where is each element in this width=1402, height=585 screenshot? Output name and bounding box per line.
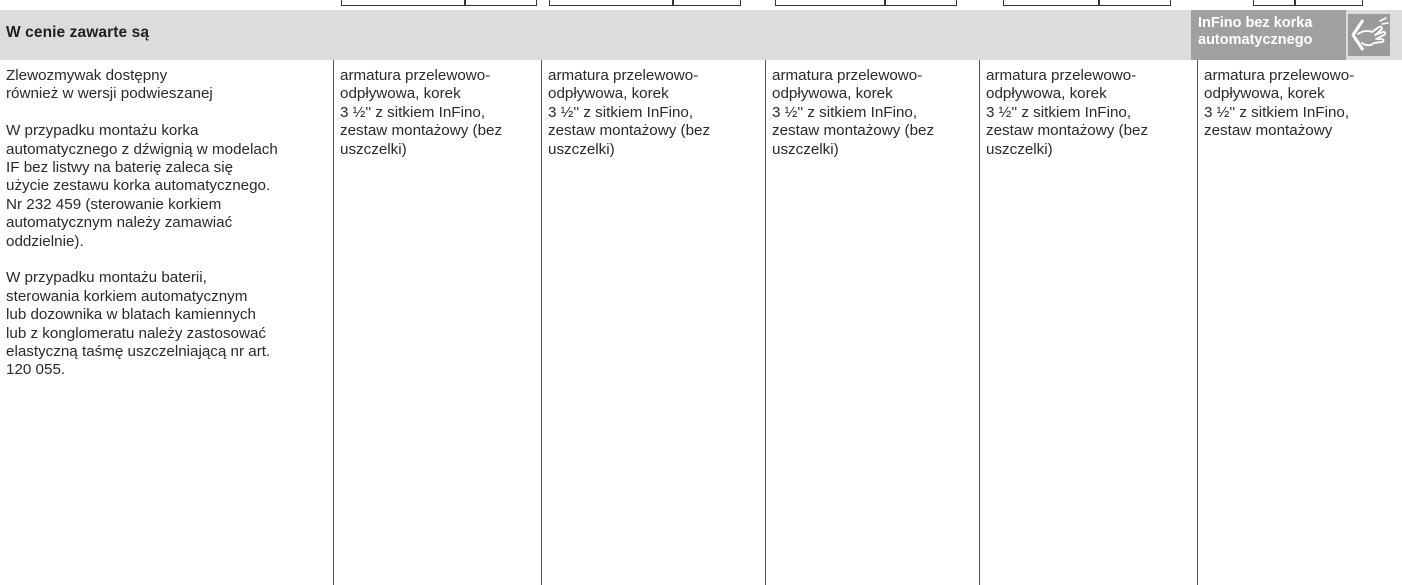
included-items-text: armatura przelewowo- odpływowa, korek 3 … <box>772 67 935 158</box>
section-header: W cenie zawarte są InFino bez korka auto… <box>0 10 1402 60</box>
included-column: armatura przelewowo- odpływowa, korek 3 … <box>765 60 979 585</box>
included-items-text: armatura przelewowo- odpływowa, korek 3 … <box>548 67 711 158</box>
included-column: armatura przelewowo- odpływowa, korek 3 … <box>541 60 765 585</box>
previous-table-edge <box>0 0 1402 8</box>
variant-badge-line2: automatycznego <box>1198 32 1313 48</box>
included-items-text: armatura przelewowo- odpływowa, korek 3 … <box>1204 67 1355 140</box>
variant-badge-line1: InFino bez korka <box>1198 15 1313 31</box>
notes-column: Zlewozmywak dostępny również w wersji po… <box>0 60 333 585</box>
included-column: armatura przelewowo- odpływowa, korek 3 … <box>1197 60 1402 585</box>
included-column: armatura przelewowo- odpływowa, korek 3 … <box>333 60 541 585</box>
included-items-text: armatura przelewowo- odpływowa, korek 3 … <box>340 67 503 158</box>
note-paragraph: Zlewozmywak dostępny również w wersji po… <box>6 67 213 103</box>
note-paragraph: W przypadku montażu korka automatycznego… <box>6 122 278 250</box>
included-items-text: armatura przelewowo- odpływowa, korek 3 … <box>986 67 1149 158</box>
content-grid: Zlewozmywak dostępny również w wersji po… <box>0 60 1402 585</box>
section-title: W cenie zawarte są <box>6 24 150 41</box>
included-column: armatura przelewowo- odpływowa, korek 3 … <box>979 60 1197 585</box>
hand-touch-icon <box>1348 14 1390 56</box>
note-paragraph: W przypadku montażu baterii, sterowania … <box>6 269 271 379</box>
variant-badge: InFino bez korka automatycznego <box>1191 10 1346 60</box>
